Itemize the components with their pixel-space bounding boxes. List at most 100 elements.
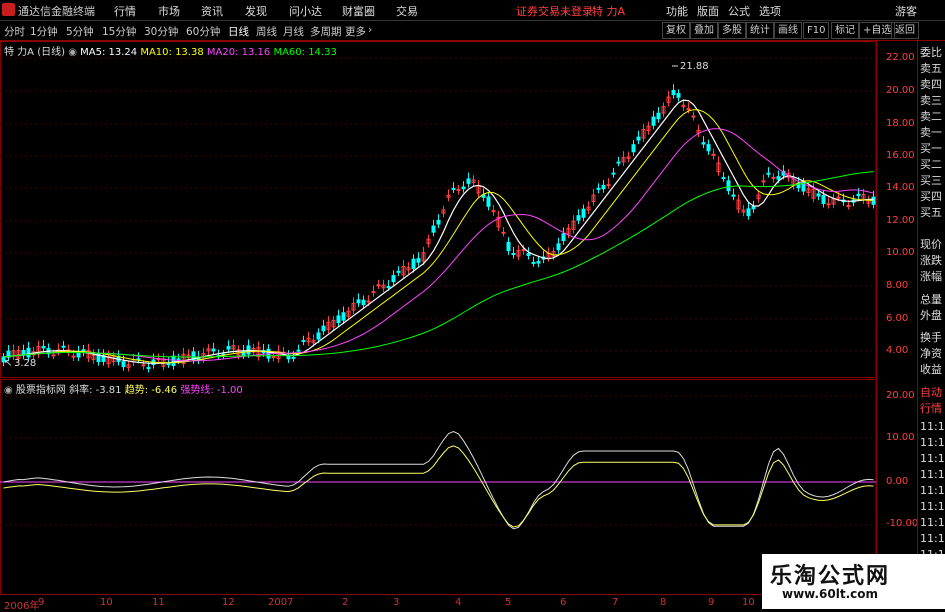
legend-settings-icon[interactable]: ◉ bbox=[68, 47, 77, 58]
candle-body bbox=[391, 275, 396, 283]
quote-field[interactable]: 买三 bbox=[920, 174, 945, 187]
quote-field[interactable]: 净资 bbox=[920, 347, 945, 360]
quote-field[interactable]: 涨跌 bbox=[920, 254, 945, 267]
ma5-line bbox=[3, 99, 874, 364]
quote-field[interactable]: 买五 bbox=[920, 206, 945, 219]
quote-field[interactable]: 涨幅 bbox=[920, 270, 945, 283]
app-name: 通达信金融终端 bbox=[18, 5, 95, 18]
candle-body bbox=[731, 194, 736, 197]
date-tick: 2006年 bbox=[4, 601, 40, 612]
candle-body bbox=[636, 136, 641, 141]
date-tick: 12 bbox=[222, 597, 235, 608]
quote-field[interactable]: 收益 bbox=[920, 363, 945, 376]
indicator-settings-icon[interactable]: ◉ bbox=[4, 385, 13, 396]
high-price-label: 21.88 bbox=[680, 61, 709, 72]
tab-intraday[interactable]: 分时 bbox=[4, 24, 25, 39]
menu-trade[interactable]: 交易 bbox=[396, 3, 418, 19]
ma10-label: MA10: 13.38 bbox=[140, 47, 204, 58]
date-tick: 9 bbox=[38, 597, 45, 608]
candle-body bbox=[146, 366, 151, 369]
menu-formula[interactable]: 公式 bbox=[728, 3, 750, 19]
indicator-tick: -10.00 bbox=[886, 518, 919, 529]
trend-label: 趋势: -6.46 bbox=[124, 385, 178, 396]
candle-body bbox=[71, 355, 76, 358]
candle-body bbox=[686, 108, 691, 111]
menu-news[interactable]: 资讯 bbox=[201, 3, 223, 19]
candle-body bbox=[486, 196, 491, 207]
stock-period-label: 特 力A (日线) bbox=[4, 47, 66, 58]
quote-field[interactable]: 买一 bbox=[920, 142, 945, 155]
price-grid bbox=[0, 57, 876, 352]
slope-line bbox=[3, 430, 874, 530]
quote-field[interactable]: 卖五 bbox=[920, 62, 945, 75]
quote-field[interactable]: 买四 bbox=[920, 190, 945, 203]
multi-stock-button[interactable]: 多股 bbox=[718, 22, 746, 39]
price-tick: 20.00 bbox=[886, 85, 915, 96]
menu-xiaoda[interactable]: 问小达 bbox=[289, 3, 322, 19]
menu-market-quotes[interactable]: 行情 bbox=[114, 3, 136, 19]
add-watchlist-button[interactable]: +自选 bbox=[859, 22, 896, 39]
restore-rights-button[interactable]: 复权 bbox=[662, 22, 690, 39]
draw-line-button[interactable]: 画线 bbox=[774, 22, 802, 39]
tab-more[interactable]: 更多 bbox=[345, 24, 366, 39]
candle-body bbox=[536, 260, 541, 264]
quote-field[interactable]: 总量 bbox=[920, 293, 945, 306]
auto-quote-tab[interactable]: 自动 bbox=[920, 386, 945, 399]
tab-multi-period[interactable]: 多周期 bbox=[310, 24, 342, 39]
quote-field[interactable]: 外盘 bbox=[920, 309, 945, 322]
candle-body bbox=[631, 144, 636, 153]
tab-30min[interactable]: 30分钟 bbox=[144, 24, 178, 39]
f10-button[interactable]: F10 bbox=[803, 22, 830, 39]
candle-body bbox=[436, 219, 441, 225]
menu-layout[interactable]: 版面 bbox=[697, 3, 719, 19]
tab-15min[interactable]: 15分钟 bbox=[102, 24, 136, 39]
statistics-button[interactable]: 统计 bbox=[746, 22, 774, 39]
tab-monthly[interactable]: 月线 bbox=[283, 24, 304, 39]
candle-body bbox=[241, 350, 246, 356]
date-tick: 5 bbox=[505, 597, 512, 608]
quote-field[interactable]: 买二 bbox=[920, 158, 945, 171]
auto-quote-tab[interactable]: 行情 bbox=[920, 402, 945, 415]
candle-body bbox=[396, 270, 401, 273]
main-chart-frame bbox=[0, 41, 877, 378]
menu-function[interactable]: 功能 bbox=[666, 3, 688, 19]
tab-weekly[interactable]: 周线 bbox=[256, 24, 277, 39]
date-tick: 2 bbox=[342, 597, 349, 608]
watermark-url: www.60lt.com bbox=[782, 587, 879, 601]
user-label[interactable]: 游客 bbox=[895, 3, 917, 19]
main-legend: 特 力A (日线) ◉ MA5: 13.24 MA10: 13.38 MA20:… bbox=[4, 43, 337, 58]
overlay-button[interactable]: 叠加 bbox=[690, 22, 718, 39]
tab-60min[interactable]: 60分钟 bbox=[186, 24, 220, 39]
quote-field[interactable]: 卖一 bbox=[920, 126, 945, 139]
login-notice[interactable]: 证券交易未登录 bbox=[516, 3, 593, 19]
quote-field[interactable]: 卖四 bbox=[920, 78, 945, 91]
candle-body bbox=[316, 332, 321, 340]
price-tick: 8.00 bbox=[886, 280, 909, 291]
quote-field[interactable]: 卖三 bbox=[920, 94, 945, 107]
price-tick: 16.00 bbox=[886, 150, 915, 161]
mark-button[interactable]: 标记 bbox=[831, 22, 859, 39]
candle-body bbox=[386, 285, 391, 288]
menu-wealth[interactable]: 财富圈 bbox=[342, 3, 375, 19]
candle-body bbox=[376, 284, 381, 287]
more-chevron-icon[interactable]: › bbox=[368, 24, 372, 36]
date-tick: 6 bbox=[560, 597, 567, 608]
candle-body bbox=[431, 225, 436, 233]
quote-field[interactable]: 换手 bbox=[920, 331, 945, 344]
tab-daily[interactable]: 日线 bbox=[228, 24, 249, 39]
candle-body bbox=[451, 187, 456, 190]
menu-options[interactable]: 选项 bbox=[759, 3, 781, 19]
quote-field[interactable]: 委比 bbox=[920, 46, 945, 59]
menu-market[interactable]: 市场 bbox=[158, 3, 180, 19]
candle-body bbox=[361, 299, 366, 306]
quote-field[interactable]: 现价 bbox=[920, 238, 945, 251]
kline-chart[interactable]: 21.88 3.28 ↖ bbox=[0, 41, 880, 609]
back-button[interactable]: 返回 bbox=[891, 22, 919, 39]
tab-5min[interactable]: 5分钟 bbox=[66, 24, 94, 39]
menu-discover[interactable]: 发现 bbox=[245, 3, 267, 19]
candle-body bbox=[556, 243, 561, 251]
date-tick: 2007 bbox=[268, 597, 294, 608]
candle-body bbox=[706, 144, 711, 152]
tab-1min[interactable]: 1分钟 bbox=[30, 24, 58, 39]
quote-field[interactable]: 卖二 bbox=[920, 110, 945, 123]
